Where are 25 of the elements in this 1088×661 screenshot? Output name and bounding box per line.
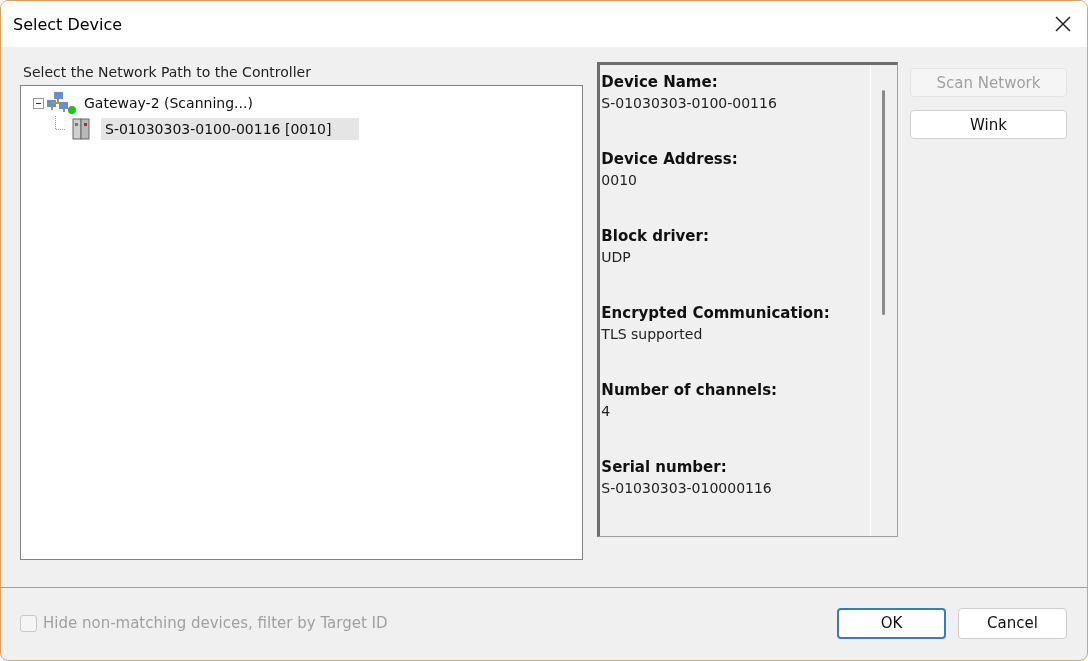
detail-label: Encrypted Communication:	[601, 303, 831, 324]
window-title: Select Device	[13, 14, 123, 34]
detail-label: Device Address:	[601, 149, 739, 170]
network-computers-icon	[46, 91, 76, 115]
detail-value: UDP	[601, 249, 632, 265]
close-icon[interactable]	[1053, 14, 1073, 34]
detail-value: TLS supported	[601, 326, 704, 342]
detail-value: S-01030303-0100-00116	[601, 95, 778, 111]
tree-connector-line	[55, 116, 66, 130]
detail-value: S-01030303-010000116	[601, 480, 773, 496]
detail-value: 0010	[601, 172, 638, 188]
dialog-button[interactable]: OK	[837, 607, 946, 639]
side-button[interactable]: Wink	[910, 110, 1067, 139]
detail-label: Number of channels:	[601, 380, 779, 401]
checkbox-label: Hide non-matching devices, filter by Target ID	[43, 614, 388, 632]
detail-label: Device Name:	[601, 72, 719, 93]
dialog-button[interactable]: Cancel	[958, 607, 1067, 639]
detail-label: Block driver:	[601, 226, 710, 247]
detail-value: 4	[601, 403, 612, 419]
detail-label: Serial number:	[601, 457, 728, 478]
collapse-icon[interactable]	[33, 97, 44, 109]
tree-item[interactable]: S-01030303-0100-00116 [0010]	[101, 118, 360, 140]
scrollbar-thumb[interactable]	[882, 90, 885, 315]
tree-item[interactable]: Gateway-2 (Scanning...)	[80, 92, 257, 114]
tree-label: Select the Network Path to the Controller	[23, 63, 312, 82]
